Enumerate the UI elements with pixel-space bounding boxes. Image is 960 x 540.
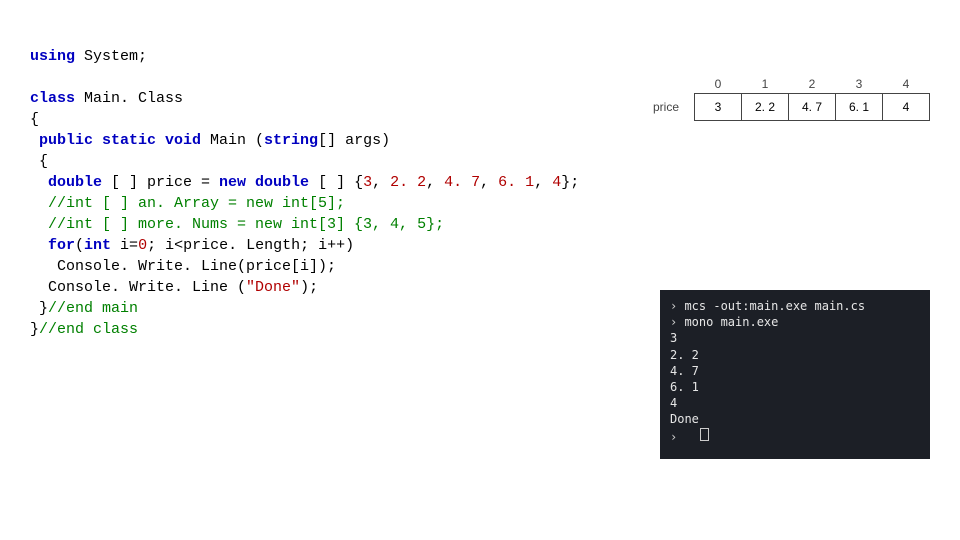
kw-for: for <box>30 237 75 254</box>
array-diagram: 0 1 2 3 4 price 3 2. 2 4. 7 6. 1 4 <box>643 76 930 121</box>
code-text: System; <box>75 48 147 65</box>
kw-string: string <box>264 132 318 149</box>
term-line: Done <box>670 412 699 426</box>
cursor-icon <box>700 428 709 441</box>
code-text: [ ] { <box>309 174 363 191</box>
prompt-icon: › <box>670 430 684 444</box>
kw-int: int <box>84 237 111 254</box>
code-text: ( <box>75 237 84 254</box>
index-cell: 2 <box>789 76 836 94</box>
code-text: ; i<price. Length; i++) <box>147 237 354 254</box>
comment: //int [ ] an. Array = new int[5]; <box>30 195 345 212</box>
index-cell: 1 <box>742 76 789 94</box>
code-text: { <box>30 111 39 128</box>
code-text: }; <box>561 174 579 191</box>
prompt-icon: › <box>670 299 684 313</box>
prompt-icon: › <box>670 315 684 329</box>
value-cell: 3 <box>695 94 742 121</box>
code-text: i= <box>111 237 138 254</box>
code-text: , <box>426 174 444 191</box>
code-text: [] args) <box>318 132 390 149</box>
num-literal: 6. 1 <box>498 174 534 191</box>
index-cell: 0 <box>695 76 742 94</box>
str-literal: "Done" <box>246 279 300 296</box>
num-literal: 2. 2 <box>390 174 426 191</box>
code-text: Main ( <box>201 132 264 149</box>
num-literal: 4 <box>552 174 561 191</box>
kw-class: class <box>30 90 75 107</box>
value-cell: 6. 1 <box>836 94 883 121</box>
terminal-output: › mcs -out:main.exe main.cs › mono main.… <box>660 290 930 459</box>
code-text: Console. Write. Line(price[i]); <box>30 258 336 275</box>
code-text: , <box>480 174 498 191</box>
value-cell: 4. 7 <box>789 94 836 121</box>
code-text: { <box>30 153 48 170</box>
code-text: ); <box>300 279 318 296</box>
kw-using: using <box>30 48 75 65</box>
kw-public-static-void: public static void <box>30 132 201 149</box>
array-label: price <box>643 94 695 121</box>
code-text: Console. Write. Line ( <box>30 279 246 296</box>
term-line: 4 <box>670 396 677 410</box>
code-text: } <box>30 321 39 338</box>
term-line: 2. 2 <box>670 348 699 362</box>
value-cell: 2. 2 <box>742 94 789 121</box>
term-line: 6. 1 <box>670 380 699 394</box>
code-text: [ ] price = <box>102 174 219 191</box>
code-text: } <box>30 300 48 317</box>
term-line: 4. 7 <box>670 364 699 378</box>
kw-double: double <box>30 174 102 191</box>
comment: //end class <box>39 321 138 338</box>
comment: //int [ ] more. Nums = new int[3] {3, 4,… <box>30 216 444 233</box>
num-literal: 4. 7 <box>444 174 480 191</box>
code-text: , <box>372 174 390 191</box>
term-line: mono main.exe <box>684 315 778 329</box>
term-line: mcs -out:main.exe main.cs <box>684 299 865 313</box>
index-cell: 4 <box>883 76 930 94</box>
term-line: 3 <box>670 331 677 345</box>
num-literal: 0 <box>138 237 147 254</box>
index-cell: 3 <box>836 76 883 94</box>
code-text: Main. Class <box>75 90 183 107</box>
code-text: , <box>534 174 552 191</box>
value-cell: 4 <box>883 94 930 121</box>
kw-new-double: new double <box>219 174 309 191</box>
comment: //end main <box>48 300 138 317</box>
num-literal: 3 <box>363 174 372 191</box>
